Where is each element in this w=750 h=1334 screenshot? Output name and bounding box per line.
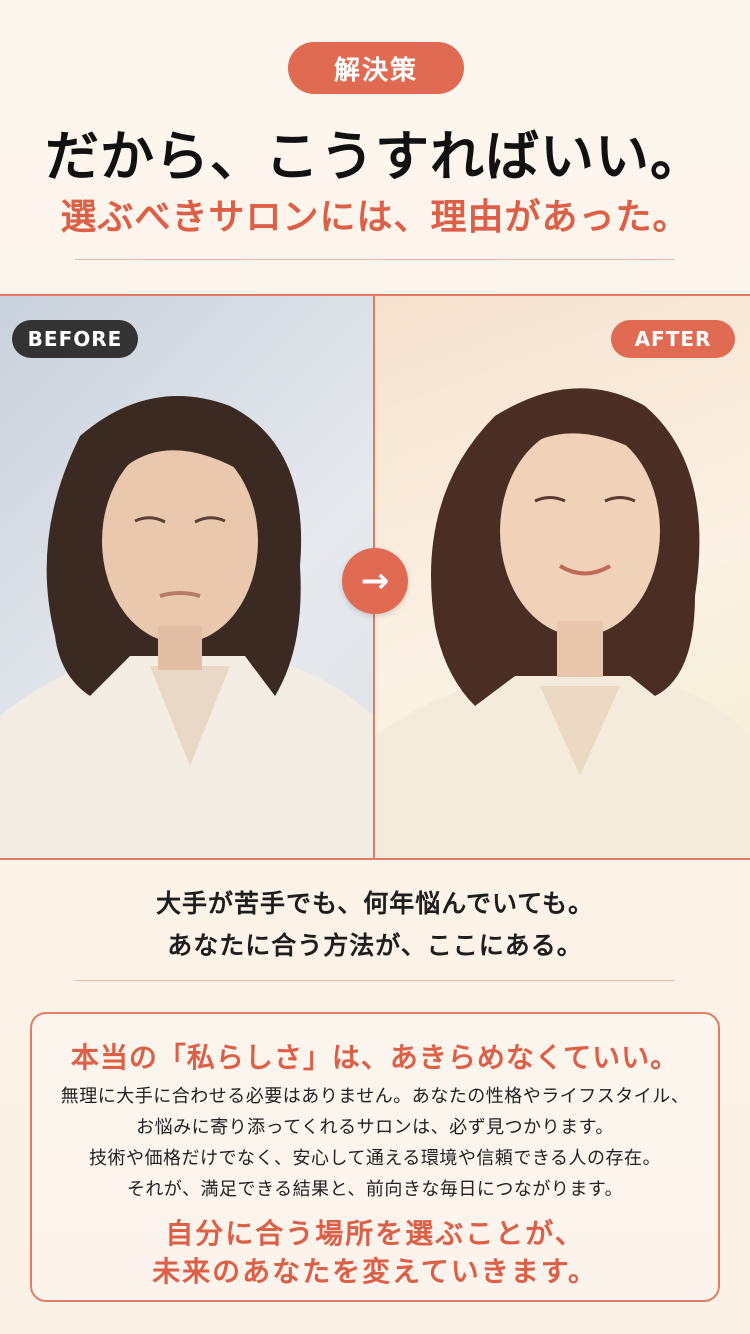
after-photo	[375, 296, 750, 858]
card-body-line: 技術や価格だけでなく、安心して通える環境や信頼できる人の存在。	[88, 1148, 662, 1169]
solution-badge: 解決策	[288, 42, 464, 94]
closing-line-2: 未来のあなたを変えていきます。	[152, 1255, 598, 1288]
page-subheadline: 選ぶべきサロンには、理由があった。	[60, 197, 690, 238]
caption-line-1: 大手が苦手でも、何年悩んでいても。	[155, 889, 594, 918]
before-after-comparison: BEFORE AFTER →	[0, 294, 750, 860]
card-body-line: それが、満足できる結果と、前向きな毎日につながります。	[126, 1179, 624, 1200]
before-label: BEFORE	[12, 320, 138, 358]
card-body-line: 無理に大手に合わせる必要はありません。あなたの性格やライフスタイル、	[60, 1086, 690, 1107]
card-body-line: お悩みに寄り添ってくれるサロンは、必ず見つかります。	[136, 1117, 614, 1138]
divider-top	[75, 259, 675, 260]
worried-woman-portrait	[0, 396, 373, 858]
before-photo	[0, 296, 373, 858]
smiling-woman-portrait	[375, 388, 750, 858]
after-label: AFTER	[611, 320, 735, 358]
divider-middle	[75, 980, 675, 981]
closing-line-1: 自分に合う場所を選ぶことが、	[165, 1217, 585, 1250]
page-headline: だから、こうすればいい。	[45, 125, 705, 188]
arrow-right-icon: →	[342, 548, 408, 614]
caption-line-2: あなたに合う方法が、ここにある。	[167, 931, 583, 960]
card-title: 本当の「私らしさ」は、あきらめなくていい。	[70, 1041, 680, 1074]
